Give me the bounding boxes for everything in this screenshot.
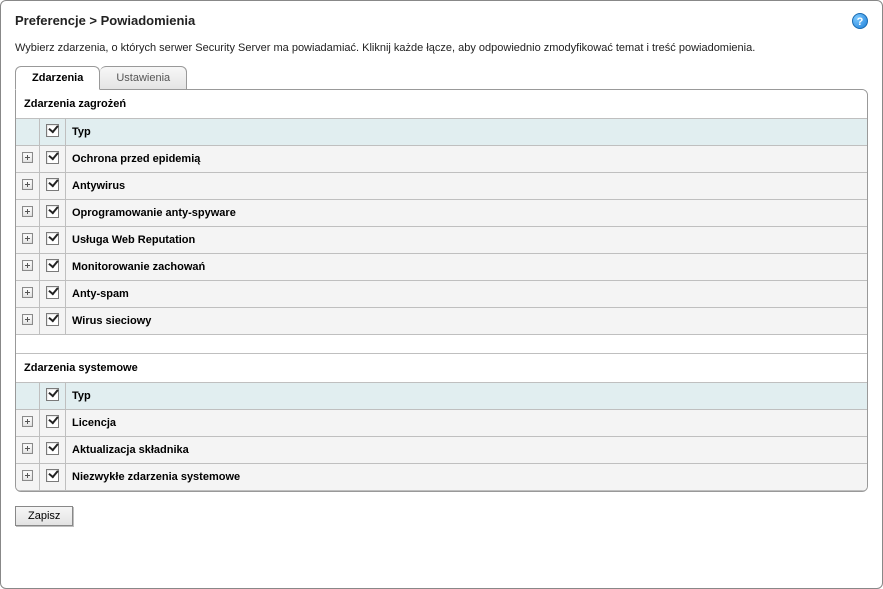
expand-icon[interactable] [22,314,33,325]
threat-header-row: Typ [16,119,867,146]
tab-events[interactable]: Zdarzenia [15,66,100,90]
row-label[interactable]: Niezwykłe zdarzenia systemowe [66,464,868,491]
row-checkbox[interactable] [46,469,59,482]
expand-icon[interactable] [22,152,33,163]
threat-events-table: Typ Ochrona przed epidemią Antywirus Opr… [16,118,867,335]
row-label[interactable]: Licencja [66,410,868,437]
row-checkbox[interactable] [46,313,59,326]
col-check-header [40,119,66,146]
preferences-notifications-page: Preferencje > Powiadomienia ? Wybierz zd… [0,0,883,589]
table-row: Wirus sieciowy [16,308,867,335]
system-type-header: Typ [66,383,868,410]
row-label[interactable]: Antywirus [66,173,868,200]
row-checkbox[interactable] [46,415,59,428]
col-expand-header [16,383,40,410]
col-check-header [40,383,66,410]
table-row: Antywirus [16,173,867,200]
table-row: Anty-spam [16,281,867,308]
table-row: Monitorowanie zachowań [16,254,867,281]
row-checkbox[interactable] [46,442,59,455]
system-select-all-checkbox[interactable] [46,388,59,401]
expand-icon[interactable] [22,287,33,298]
tab-settings[interactable]: Ustawienia [100,66,187,90]
table-row: Aktualizacja składnika [16,437,867,464]
table-row: Oprogramowanie anty-spyware [16,200,867,227]
expand-icon[interactable] [22,179,33,190]
breadcrumb: Preferencje > Powiadomienia [15,13,195,28]
row-label[interactable]: Wirus sieciowy [66,308,868,335]
help-icon[interactable]: ? [852,13,868,29]
table-row: Licencja [16,410,867,437]
system-header-row: Typ [16,383,867,410]
row-label[interactable]: Anty-spam [66,281,868,308]
row-label[interactable]: Monitorowanie zachowań [66,254,868,281]
events-panel: Zdarzenia zagrożeń Typ Ochrona przed epi… [15,89,868,492]
threat-select-all-checkbox[interactable] [46,124,59,137]
expand-icon[interactable] [22,416,33,427]
system-events-table: Typ Licencja Aktualizacja składnika Niez… [16,382,867,491]
row-checkbox[interactable] [46,232,59,245]
tab-bar: Zdarzenia Ustawienia [15,66,868,90]
expand-icon[interactable] [22,206,33,217]
page-header: Preferencje > Powiadomienia ? [15,13,868,42]
section-gap [16,335,867,353]
row-checkbox[interactable] [46,178,59,191]
save-button[interactable]: Zapisz [15,506,73,526]
expand-icon[interactable] [22,443,33,454]
table-row: Usługa Web Reputation [16,227,867,254]
expand-icon[interactable] [22,470,33,481]
row-checkbox[interactable] [46,205,59,218]
row-label[interactable]: Aktualizacja składnika [66,437,868,464]
table-row: Ochrona przed epidemią [16,146,867,173]
table-row: Niezwykłe zdarzenia systemowe [16,464,867,491]
row-label[interactable]: Ochrona przed epidemią [66,146,868,173]
row-label[interactable]: Oprogramowanie anty-spyware [66,200,868,227]
expand-icon[interactable] [22,260,33,271]
row-checkbox[interactable] [46,259,59,272]
row-checkbox[interactable] [46,151,59,164]
row-label[interactable]: Usługa Web Reputation [66,227,868,254]
threat-type-header: Typ [66,119,868,146]
expand-icon[interactable] [22,233,33,244]
row-checkbox[interactable] [46,286,59,299]
threat-events-title: Zdarzenia zagrożeń [16,90,867,118]
col-expand-header [16,119,40,146]
system-events-title: Zdarzenia systemowe [16,353,867,382]
intro-text: Wybierz zdarzenia, o których serwer Secu… [15,42,868,54]
